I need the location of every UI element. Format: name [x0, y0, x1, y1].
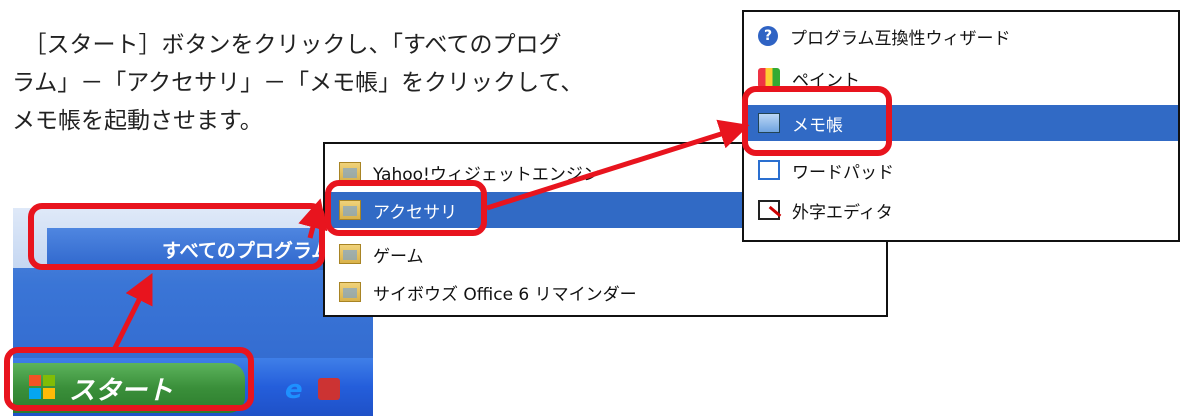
wordpad-icon: [758, 160, 780, 180]
folder-icon: [339, 162, 361, 182]
paint-icon: [758, 68, 780, 88]
menu-item-cybozu-reminder[interactable]: サイボウズ Office 6 リマインダー: [325, 274, 886, 310]
menu-item-label: Yahoo!ウィジェットエンジン: [373, 164, 600, 185]
menu-item-label: 外字エディタ: [792, 202, 893, 223]
internet-explorer-icon[interactable]: e: [285, 375, 303, 405]
menu-item-label: ペイント: [792, 70, 860, 91]
menu-item-paint[interactable]: ペイント: [744, 60, 1178, 96]
folder-icon: [339, 200, 361, 220]
menu-item-notepad[interactable]: メモ帳: [744, 105, 1178, 141]
help-icon: ?: [758, 26, 778, 46]
menu-item-eudc-editor[interactable]: 外字エディタ: [744, 192, 1178, 228]
menu-item-label: アクセサリ: [373, 202, 458, 223]
menu-item-label: メモ帳: [792, 115, 843, 136]
start-button[interactable]: スタート: [13, 363, 245, 413]
folder-icon: [339, 282, 361, 302]
menu-item-label: ワードパッド: [792, 162, 894, 183]
menu-item-label: プログラム互換性ウィザード: [790, 28, 1011, 49]
menu-item-label: サイボウズ Office 6 リマインダー: [373, 284, 637, 305]
instruction-text: ［スタート］ボタンをクリックし、「すべてのプログ ラム」－「アクセサリ」－「メモ…: [12, 32, 584, 134]
start-button-label: スタート: [69, 375, 174, 406]
windows-logo-icon: [29, 375, 57, 401]
all-programs-button[interactable]: すべてのプログラム(: [47, 228, 347, 270]
quicklaunch-app-icon[interactable]: [318, 378, 340, 400]
accessories-menu: ? プログラム互換性ウィザード ペイント メモ帳 ワードパッド 外字エディタ: [742, 10, 1180, 242]
folder-icon: [339, 244, 361, 264]
eudc-editor-icon: [758, 200, 780, 220]
all-programs-label: すべてのプログラム(: [161, 239, 339, 262]
start-menu-crop: すべてのプログラム( スタート e: [13, 198, 373, 416]
menu-item-wordpad[interactable]: ワードパッド: [744, 152, 1178, 188]
notepad-icon: [758, 113, 780, 133]
menu-item-compat-wizard[interactable]: ? プログラム互換性ウィザード: [744, 18, 1178, 54]
menu-item-label: ゲーム: [373, 246, 424, 267]
all-programs-bar: すべてのプログラム(: [13, 208, 373, 270]
